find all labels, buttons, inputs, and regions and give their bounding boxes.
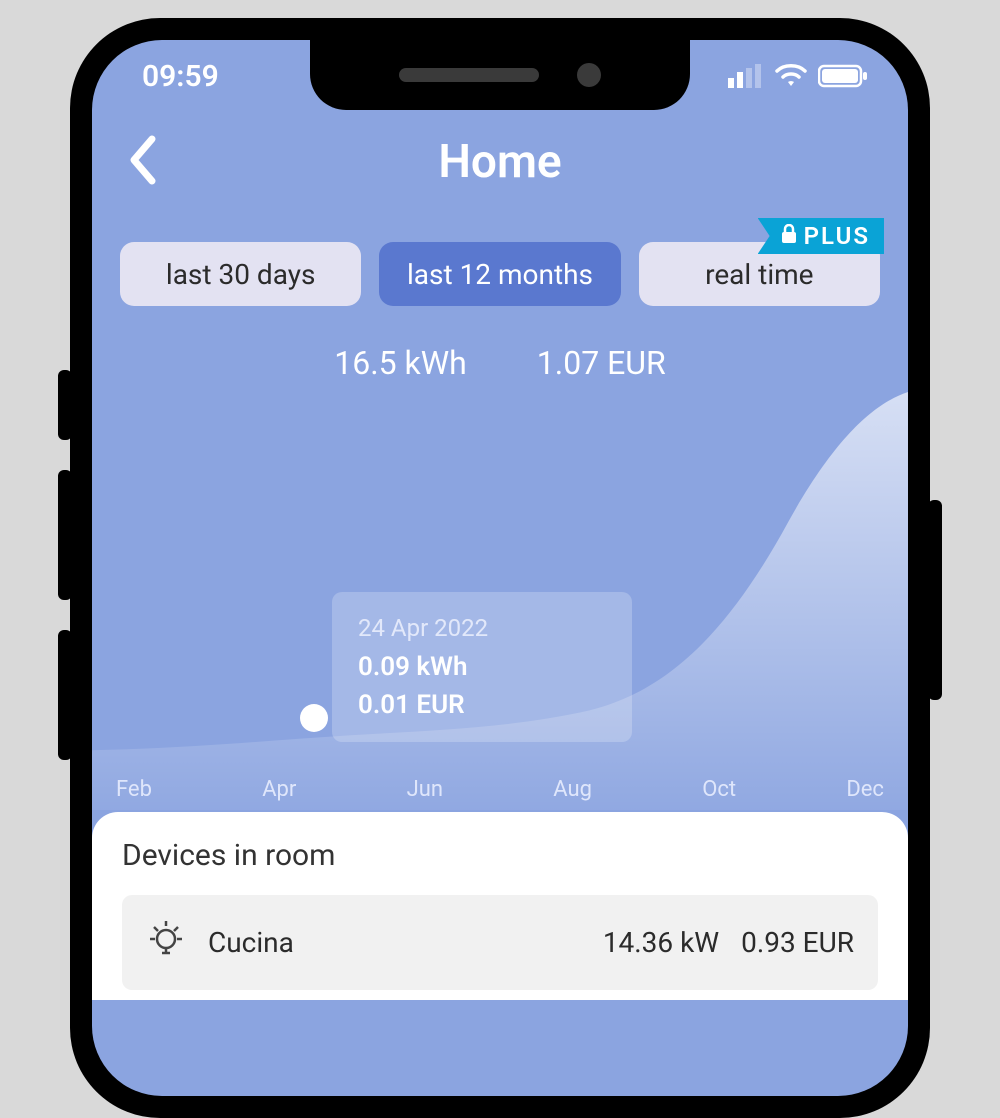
lightbulb-icon [146,919,186,966]
x-tick: Dec [846,777,884,802]
chart-tooltip: 24 Apr 2022 0.09 kWh 0.01 EUR [332,592,632,742]
range-tabs: last 30 days last 12 months PLUS real ti… [92,212,908,316]
summary-row: 16.5 kWh 1.07 EUR [92,344,908,382]
x-tick: Oct [702,777,736,802]
battery-icon [818,64,868,88]
device-name: Cucina [208,926,294,959]
devices-panel-title: Devices in room [122,838,878,873]
summary-cost: 1.07 EUR [537,344,666,382]
device-row[interactable]: Cucina 14.36 kW 0.93 EUR [122,895,878,990]
page-title: Home [438,135,561,189]
tooltip-cost: 0.01 EUR [358,690,602,720]
tab-last-12-months[interactable]: last 12 months [379,242,620,306]
wifi-icon [774,64,808,88]
x-tick: Apr [262,777,296,802]
tab-label: last 30 days [166,258,316,291]
tab-label: real time [705,258,813,291]
plus-badge-text: PLUS [804,222,870,250]
summary-energy: 16.5 kWh [334,344,467,382]
tab-last-30-days[interactable]: last 30 days [120,242,361,306]
tab-real-time[interactable]: PLUS real time [639,242,880,306]
nav-bar: Home [92,112,908,212]
screen: 09:59 [92,40,908,1096]
device-energy: 14.36 kW [603,926,719,959]
tooltip-date: 24 Apr 2022 [358,614,602,642]
x-tick: Jun [407,777,443,802]
lock-icon [780,222,798,250]
phone-side-button [928,500,942,700]
x-tick: Feb [116,777,152,802]
status-time: 09:59 [132,59,219,94]
tab-label: last 12 months [407,258,593,291]
tooltip-energy: 0.09 kWh [358,652,602,682]
back-button[interactable] [126,135,160,189]
status-bar: 09:59 [92,40,908,112]
x-tick: Aug [553,777,592,802]
chart-marker-dot [300,704,328,732]
device-cost: 0.93 EUR [741,926,854,959]
usage-chart[interactable]: 24 Apr 2022 0.09 kWh 0.01 EUR Feb Apr Ju… [92,392,908,812]
plus-badge: PLUS [758,218,884,254]
chart-x-axis: Feb Apr Jun Aug Oct Dec [92,777,908,802]
phone-frame: 09:59 [70,18,930,1118]
cellular-icon [728,64,764,88]
devices-panel: Devices in room Cucina [92,812,908,1000]
